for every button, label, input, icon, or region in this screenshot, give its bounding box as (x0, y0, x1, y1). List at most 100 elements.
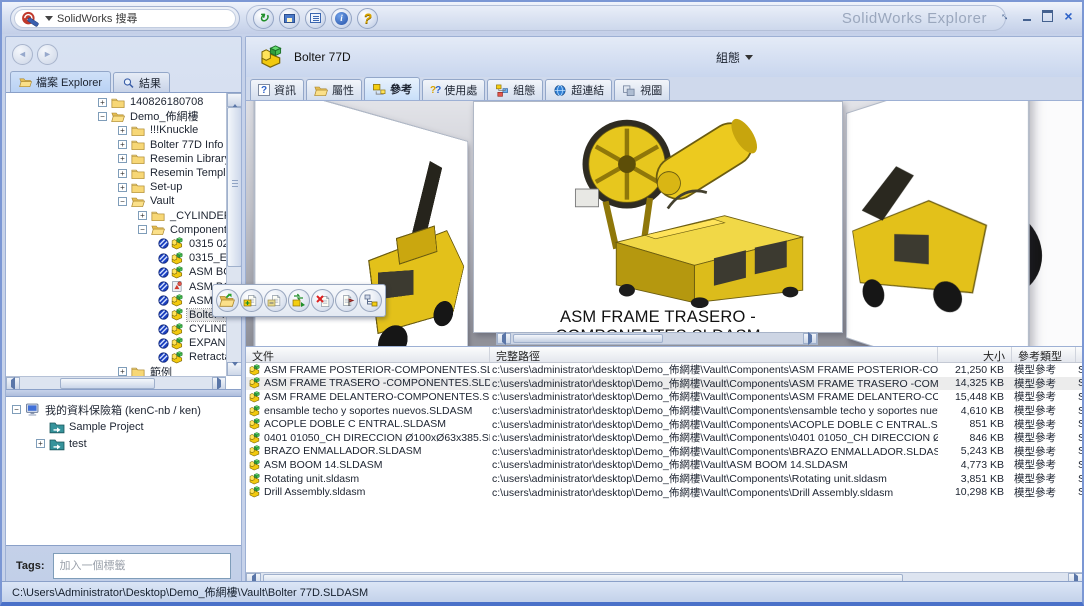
search-input[interactable] (57, 13, 229, 25)
vault-item[interactable]: test (6, 435, 241, 452)
vault-root-item[interactable]: 我的資料保險箱 (kenC-nb / ken) (6, 401, 241, 418)
table-row[interactable]: Rotating unit.sldasmc:\users\administrat… (246, 472, 1083, 486)
tab-file-explorer[interactable]: 檔案 Explorer (10, 71, 111, 92)
tree-item[interactable]: !!!Knuckle (6, 123, 226, 137)
check-in-button[interactable] (240, 289, 263, 312)
column-header-reftype[interactable]: 參考類型 (1012, 347, 1076, 362)
expand-icon[interactable] (118, 367, 127, 376)
back-button[interactable] (12, 44, 33, 65)
tree-item-selected[interactable]: Bolter 77D (6, 308, 226, 322)
scroll-right-icon[interactable] (803, 333, 817, 344)
expand-icon[interactable] (118, 154, 127, 163)
expand-icon[interactable] (98, 98, 107, 107)
tree-item[interactable]: Demo_佈網樓 (6, 109, 226, 123)
scroll-left-icon[interactable] (497, 333, 511, 344)
expand-icon[interactable] (118, 169, 127, 178)
tree-item[interactable]: Components (6, 223, 226, 237)
tree-item[interactable]: ASM BOOM (6, 265, 226, 279)
maximize-button[interactable] (1040, 9, 1055, 23)
tree-item[interactable]: CYLINDER G (6, 322, 226, 336)
options-button[interactable] (305, 8, 326, 29)
table-row[interactable]: ACOPLE DOBLE C ENTRAL.SLDASMc:\users\adm… (246, 417, 1083, 431)
report-button[interactable] (335, 289, 358, 312)
vault-item[interactable]: Sample Project (6, 418, 241, 435)
assembly-icon (170, 323, 184, 336)
tree-item[interactable]: ASM BO (6, 294, 226, 308)
tree-item[interactable]: Retractable E (6, 350, 226, 364)
tree-item[interactable]: Resemin Library (6, 152, 226, 166)
collapse-icon[interactable] (98, 112, 107, 121)
tree-item[interactable]: _CYLINDER GU (6, 209, 226, 223)
tab-references[interactable]: 參考 (364, 77, 420, 100)
tree-item[interactable]: Set-up (6, 180, 226, 194)
collapse-icon[interactable] (12, 405, 21, 414)
minimize-button[interactable] (1019, 9, 1034, 23)
tree-item[interactable]: 140826180708 (6, 95, 226, 109)
column-header-path[interactable]: 完整路徑 (490, 347, 938, 362)
tab-views[interactable]: 視圖 (614, 79, 670, 100)
table-row[interactable]: ASM BOOM 14.SLDASMc:\users\administrator… (246, 458, 1083, 472)
tab-properties[interactable]: 屬性 (306, 79, 362, 100)
float-window-button[interactable] (998, 9, 1013, 23)
table-row[interactable]: Drill Assembly.sldasmc:\users\administra… (246, 485, 1083, 499)
get-latest-button[interactable] (288, 289, 311, 312)
scrollbar-thumb[interactable] (227, 107, 241, 267)
tree-item[interactable]: 0315_ENSAM (6, 251, 226, 265)
open-folder-button[interactable] (216, 289, 239, 312)
tree-item[interactable]: Resemin Templates (6, 166, 226, 180)
collapse-icon[interactable] (138, 225, 147, 234)
tab-results[interactable]: 結果 (113, 72, 170, 92)
tab-configurations[interactable]: 組態 (487, 79, 543, 100)
configuration-dropdown[interactable]: 組態 (716, 49, 753, 66)
tab-where-used[interactable]: ??使用處 (422, 79, 485, 100)
info-button[interactable]: i (331, 8, 352, 29)
column-header-type[interactable]: 類型 (1076, 347, 1084, 362)
scrollbar-thumb[interactable] (513, 334, 663, 343)
tree-item[interactable]: Vault (6, 194, 226, 208)
structure-button[interactable] (359, 289, 382, 312)
scroll-up-icon[interactable] (227, 93, 241, 107)
tree-item[interactable]: Bolter 77D Info (6, 138, 226, 152)
table-row[interactable]: BRAZO ENMALLADOR.SLDASMc:\users\administ… (246, 445, 1083, 459)
close-button[interactable] (1061, 9, 1076, 23)
delete-local-button[interactable] (311, 289, 334, 312)
expand-icon[interactable] (118, 140, 127, 149)
expand-icon[interactable] (118, 126, 127, 135)
folder-open-icon (111, 110, 125, 123)
scroll-left-icon[interactable] (6, 377, 20, 390)
column-header-file[interactable]: 文件 (246, 347, 490, 362)
scrollbar-thumb[interactable] (60, 378, 155, 389)
search-dropdown-icon[interactable] (45, 16, 53, 21)
tab-hyperlinks[interactable]: 超連結 (545, 79, 612, 100)
table-row-selected[interactable]: ASM FRAME TRASERO -COMPONENTES.SLDASMc:\… (246, 377, 1083, 391)
carousel-scrollbar[interactable] (496, 332, 818, 345)
scroll-down-icon[interactable] (227, 362, 241, 376)
assembly-icon (248, 391, 261, 403)
tags-input[interactable] (53, 553, 231, 579)
expand-icon[interactable] (36, 439, 45, 448)
collapse-icon[interactable] (118, 197, 127, 206)
carousel-card-center[interactable]: ASM FRAME TRASERO -COMPONENTES.SLDASM (473, 101, 843, 333)
refresh-button[interactable] (253, 8, 274, 29)
table-row[interactable]: ASM FRAME POSTERIOR-COMPONENTES.SLDASMc:… (246, 363, 1083, 377)
tree-item[interactable]: 範例 (6, 365, 226, 376)
expand-icon[interactable] (138, 211, 147, 220)
help-button[interactable] (357, 8, 378, 29)
expand-icon[interactable] (118, 183, 127, 192)
tree-item[interactable]: ASM BO (6, 279, 226, 293)
table-row[interactable]: ensamble techo y soportes nuevos.SLDASMc… (246, 404, 1083, 418)
tree-horizontal-scrollbar[interactable] (6, 376, 226, 389)
tab-info[interactable]: ?資訊 (250, 79, 304, 100)
check-out-button[interactable] (264, 289, 287, 312)
tree-vertical-scrollbar[interactable] (226, 93, 241, 376)
column-header-size[interactable]: 大小 (938, 347, 1012, 362)
tree-item[interactable]: EXPANDER (6, 336, 226, 350)
tree-item[interactable]: 0315 02005_ (6, 237, 226, 251)
save-button[interactable] (279, 8, 300, 29)
carousel-card-right-1[interactable] (846, 100, 1030, 346)
search-box[interactable] (14, 9, 236, 28)
table-row[interactable]: 0401 01050_CH DIRECCION Ø100xØ63x385.SLD… (246, 431, 1083, 445)
table-row[interactable]: ASM FRAME DELANTERO-COMPONENTES.SLDASMc:… (246, 390, 1083, 404)
scroll-right-icon[interactable] (212, 377, 226, 390)
forward-button[interactable] (37, 44, 58, 65)
